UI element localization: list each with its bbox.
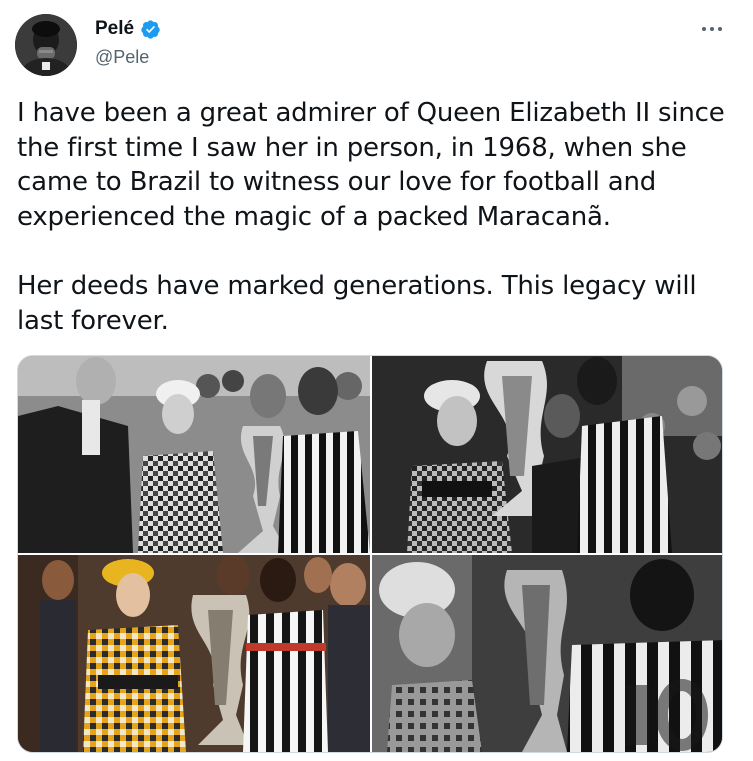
photo-4[interactable] <box>372 555 722 752</box>
avatar-photo-icon <box>15 14 77 76</box>
display-name[interactable]: Pelé <box>95 18 134 40</box>
tweet-text: I have been a great admirer of Queen Eli… <box>17 96 732 338</box>
dot-icon <box>702 27 706 31</box>
dot-icon <box>710 27 714 31</box>
photo-2-bw-queen-holding-trophy-icon <box>372 356 722 553</box>
verified-badge-icon <box>141 19 160 39</box>
photo-3[interactable] <box>18 555 370 752</box>
more-dots-icon[interactable] <box>700 24 724 34</box>
dot-icon <box>718 27 722 31</box>
tweet-paragraph-2: Her deeds have marked generations. This … <box>17 271 697 336</box>
photo-4-bw-closeup-number-10-icon <box>372 555 722 752</box>
tweet-paragraph-1: I have been a great admirer of Queen Eli… <box>17 98 725 232</box>
author-name-row[interactable]: Pelé <box>95 18 161 40</box>
author-handle[interactable]: @Pele <box>95 47 149 68</box>
photo-1[interactable] <box>18 356 370 553</box>
tweet-card: Pelé @Pele I have been a great admirer o… <box>0 0 753 761</box>
photo-1-bw-trophy-ceremony-icon <box>18 356 370 553</box>
photo-2[interactable] <box>372 356 722 553</box>
avatar[interactable] <box>15 14 77 76</box>
media-grid <box>17 355 723 753</box>
photo-3-color-queen-yellow-dress-icon <box>18 555 370 752</box>
